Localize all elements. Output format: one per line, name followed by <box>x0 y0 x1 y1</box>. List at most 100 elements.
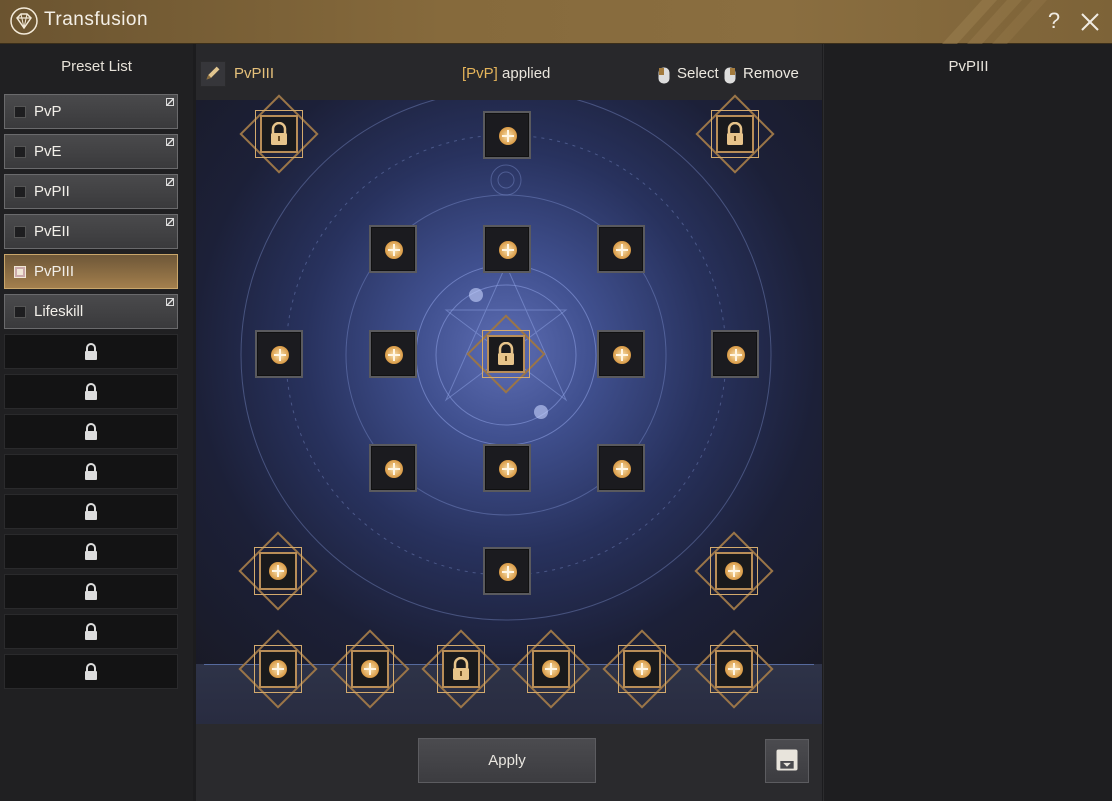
crystal-slot[interactable] <box>597 444 645 492</box>
plus-icon <box>269 562 287 580</box>
plus-icon <box>385 346 403 364</box>
crystal-slot[interactable] <box>511 629 591 709</box>
lock-icon <box>84 463 98 481</box>
save-button[interactable] <box>765 739 809 783</box>
locked-slot[interactable] <box>421 629 501 709</box>
locked-preset-slot <box>4 494 178 529</box>
preset-list-panel: Preset List PvP PvE PvPII PvEII PvPIII L… <box>0 44 193 801</box>
lock-icon <box>84 503 98 521</box>
preset-label: PvE <box>34 143 62 160</box>
locked-preset-slot <box>4 374 178 409</box>
preset-item-pveii[interactable]: PvEII <box>4 214 178 249</box>
gem-logo-icon <box>10 7 38 35</box>
preset-checkbox[interactable] <box>14 306 26 318</box>
plus-icon <box>542 660 560 678</box>
locked-preset-slot <box>4 334 178 369</box>
lock-icon <box>84 543 98 561</box>
locked-preset-slot <box>4 454 178 489</box>
lock-icon <box>84 583 98 601</box>
crystal-slot[interactable] <box>711 330 759 378</box>
preset-label: Lifeskill <box>34 303 84 320</box>
locked-preset-slot <box>4 614 178 649</box>
applied-tag: [PvP] <box>462 65 498 82</box>
preset-item-pvpii[interactable]: PvPII <box>4 174 178 209</box>
crystal-slot[interactable] <box>483 444 531 492</box>
crystal-slot[interactable] <box>597 330 645 378</box>
preset-item-pve[interactable]: PvE <box>4 134 178 169</box>
plus-icon <box>727 346 745 364</box>
plus-icon <box>385 460 403 478</box>
lock-icon <box>84 343 98 361</box>
current-preset-name: PvPIII <box>234 65 275 82</box>
plus-icon <box>725 660 743 678</box>
lock-icon <box>451 656 471 681</box>
preset-label: PvP <box>34 103 62 120</box>
crystal-slot[interactable] <box>369 225 417 273</box>
lock-icon <box>84 423 98 441</box>
expand-corner-icon <box>166 138 174 146</box>
plus-icon <box>499 460 517 478</box>
plus-icon <box>499 127 517 145</box>
crystal-slot[interactable] <box>330 629 410 709</box>
expand-corner-icon <box>166 98 174 106</box>
close-icon[interactable] <box>1078 10 1102 34</box>
crystal-slot[interactable] <box>483 111 531 159</box>
plus-icon <box>499 563 517 581</box>
apply-button[interactable]: Apply <box>418 738 596 783</box>
preset-checkbox[interactable] <box>14 266 26 278</box>
locked-slot[interactable] <box>466 314 546 394</box>
title-bar: Transfusion ? <box>0 0 1112 44</box>
mouse-left-icon <box>658 67 670 84</box>
preset-checkbox[interactable] <box>14 226 26 238</box>
lock-icon <box>269 121 289 146</box>
preset-label: PvEII <box>34 223 70 240</box>
help-icon[interactable]: ? <box>1044 8 1064 34</box>
locked-slot[interactable] <box>239 94 319 174</box>
mouse-right-icon <box>724 67 736 84</box>
edit-name-button[interactable] <box>200 61 226 87</box>
crystal-slot[interactable] <box>483 225 531 273</box>
expand-corner-icon <box>166 178 174 186</box>
preset-list-header: Preset List <box>61 58 132 75</box>
crystal-slot[interactable] <box>255 330 303 378</box>
preset-checkbox[interactable] <box>14 186 26 198</box>
remove-hint: Remove <box>743 65 799 82</box>
plus-icon <box>269 660 287 678</box>
crystal-slot[interactable] <box>597 225 645 273</box>
lock-icon <box>84 623 98 641</box>
locked-preset-slot <box>4 574 178 609</box>
preset-item-pvp[interactable]: PvP <box>4 94 178 129</box>
title-bar-decoration <box>942 0 1047 44</box>
locked-preset-slot <box>4 534 178 569</box>
locked-slot[interactable] <box>695 94 775 174</box>
plus-icon <box>633 660 651 678</box>
plus-icon <box>613 460 631 478</box>
preset-checkbox[interactable] <box>14 106 26 118</box>
preset-item-lifeskill[interactable]: Lifeskill <box>4 294 178 329</box>
plus-icon <box>361 660 379 678</box>
crystal-slot[interactable] <box>694 531 774 611</box>
crystal-slot[interactable] <box>602 629 682 709</box>
window-title: Transfusion <box>44 9 149 30</box>
crystal-slot[interactable] <box>369 330 417 378</box>
crystal-slot[interactable] <box>369 444 417 492</box>
crystal-slot[interactable] <box>238 531 318 611</box>
plus-icon <box>499 241 517 259</box>
lock-icon <box>84 383 98 401</box>
detail-title: PvPIII <box>948 58 989 75</box>
crystal-slot[interactable] <box>238 629 318 709</box>
lock-icon <box>496 341 516 366</box>
save-icon <box>776 749 798 771</box>
plus-icon <box>271 346 289 364</box>
lock-icon <box>725 121 745 146</box>
pencil-icon <box>206 66 220 80</box>
select-hint: Select <box>677 65 719 82</box>
expand-corner-icon <box>166 218 174 226</box>
applied-text: applied <box>497 65 551 82</box>
preset-label: PvPII <box>34 183 70 200</box>
crystal-slot[interactable] <box>483 547 531 595</box>
crystal-slot[interactable] <box>694 629 774 709</box>
preset-checkbox[interactable] <box>14 146 26 158</box>
plus-icon <box>725 562 743 580</box>
preset-item-pvpiii[interactable]: PvPIII <box>4 254 178 289</box>
